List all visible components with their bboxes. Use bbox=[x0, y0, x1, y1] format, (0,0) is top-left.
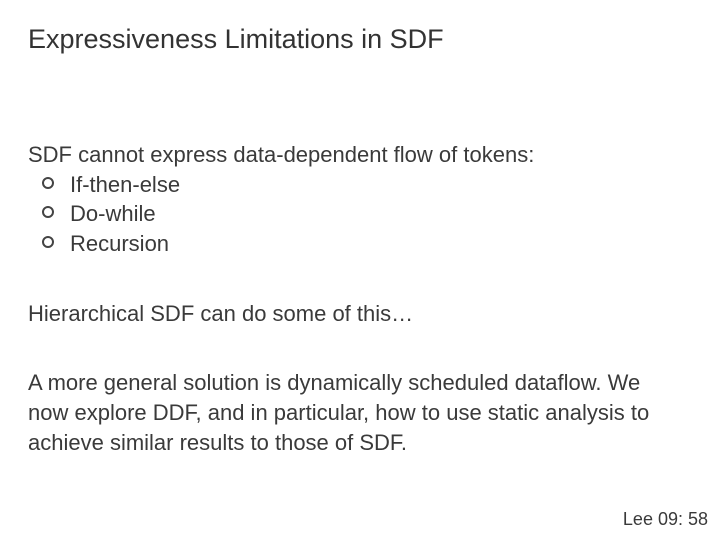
slide-body: SDF cannot express data-dependent flow o… bbox=[28, 140, 668, 458]
bullet-icon bbox=[42, 177, 54, 189]
list-item-label: Recursion bbox=[70, 231, 169, 256]
list-item: If-then-else bbox=[42, 170, 668, 200]
list-item-label: If-then-else bbox=[70, 172, 180, 197]
list-item: Do-while bbox=[42, 199, 668, 229]
bullet-list: If-then-else Do-while Recursion bbox=[42, 170, 668, 259]
bullet-icon bbox=[42, 236, 54, 248]
bullet-icon bbox=[42, 206, 54, 218]
list-item: Recursion bbox=[42, 229, 668, 259]
intro-text: SDF cannot express data-dependent flow o… bbox=[28, 140, 668, 170]
paragraph-hierarchical: Hierarchical SDF can do some of this… bbox=[28, 299, 668, 329]
slide: Expressiveness Limitations in SDF SDF ca… bbox=[0, 0, 720, 540]
list-item-label: Do-while bbox=[70, 201, 156, 226]
slide-title: Expressiveness Limitations in SDF bbox=[28, 24, 444, 55]
paragraph-solution: A more general solution is dynamically s… bbox=[28, 368, 668, 457]
slide-footer: Lee 09: 58 bbox=[623, 509, 708, 530]
